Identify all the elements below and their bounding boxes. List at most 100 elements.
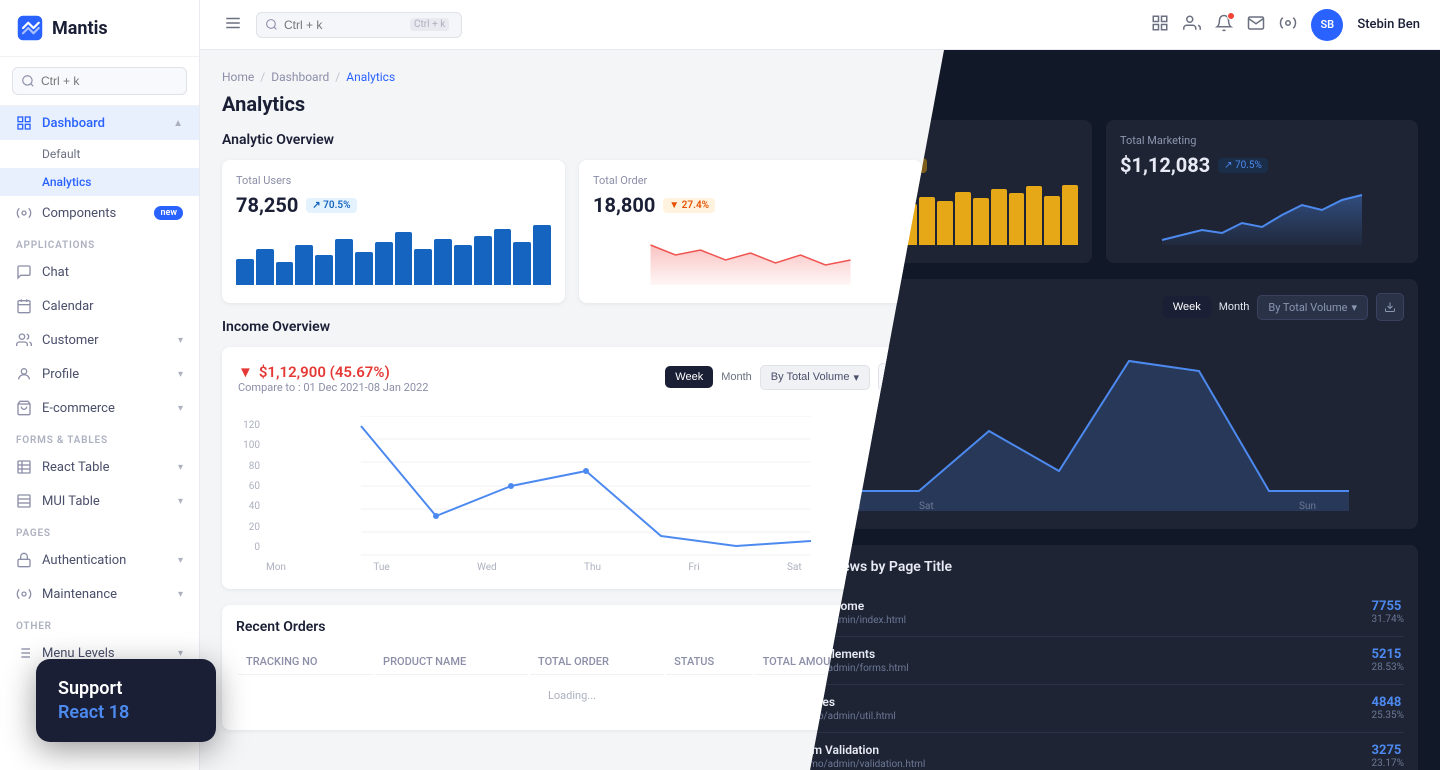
analytic-overview-title: Analytic Overview [222,132,922,148]
dark-marketing-badge: ↗ 70.5% [1218,158,1268,173]
sidebar-item-components[interactable]: Components new [0,196,199,230]
notification-dot [1227,12,1235,20]
dark-stat-marketing: Total Marketing $1,12,083 ↗ 70.5% [1106,120,1418,263]
calendar-icon [16,298,32,314]
main-wrapper: Ctrl + k SB Stebin Ben [200,0,1440,770]
total-users-value: 78,250 [236,193,298,217]
sidebar-item-maintenance[interactable]: Maintenance ▾ [0,577,199,611]
components-icon [16,205,32,221]
col-tracking: TRACKING NO [238,649,373,675]
topbar-search-icon [265,18,278,31]
sidebar-item-authentication[interactable]: Authentication ▾ [0,543,199,577]
sidebar-sub-analytics[interactable]: Analytics [0,168,199,196]
forms-tables-section: Forms & Tables [0,425,199,450]
grid-icon [1151,14,1169,32]
topbar-search-input[interactable] [284,18,404,32]
total-order-chart [593,225,908,285]
page-view-pct-1: 31.74% [1372,614,1404,625]
sidebar-react-table-label: React Table [42,460,109,475]
react-table-icon [16,459,32,475]
page-views-card: Page Views by Page Title Admin Home /dem… [780,545,1418,770]
menu-toggle-button[interactable] [220,10,246,39]
dark-download-button[interactable] [1376,293,1404,321]
settings-button[interactable] [1279,14,1297,35]
income-compare: Compare to : 01 Dec 2021-08 Jan 2022 [238,381,428,394]
username: Stebin Ben [1357,17,1420,32]
volume-selector[interactable]: By Total Volume ▾ [1257,295,1368,320]
applications-section: Applications [0,230,199,255]
logo-text: Mantis [52,18,108,39]
sidebar-auth-label: Authentication [42,553,126,568]
page-view-value-3: 4848 [1372,695,1404,710]
income-overview-title: Income Overview [222,319,922,335]
switch-icon [1183,14,1201,32]
search-container [0,57,199,106]
income-volume-button[interactable]: By Total Volume ▾ [760,365,870,390]
total-order-label: Total Order [593,174,908,187]
sidebar-dashboard-label: Dashboard [42,116,105,131]
dashboard-icon [16,115,32,131]
page-view-row-2: Form Elements /demo/admin/forms.html 521… [794,637,1404,685]
volume-chevron: ▾ [1351,301,1357,314]
sidebar-calendar-label: Calendar [42,299,94,314]
download-icon [1384,301,1396,313]
income-card: ▼ $1,12,900 (45.67%) Compare to : 01 Dec… [222,347,922,589]
sidebar-item-react-table[interactable]: React Table ▾ [0,450,199,484]
toast-line2: React 18 [58,701,194,724]
mail-button[interactable] [1247,14,1265,35]
grid-view-button[interactable] [1151,14,1169,35]
income-week-button[interactable]: Week [665,366,713,388]
chat-icon [16,264,32,280]
search-input[interactable] [12,67,187,95]
page-view-value-1: 7755 [1372,599,1404,614]
sidebar-item-ecommerce[interactable]: E-commerce ▾ [0,391,199,425]
topbar-search-box[interactable]: Ctrl + k [256,12,462,38]
search-kbd: Ctrl + k [410,18,449,31]
profile-chevron: ▾ [178,369,183,380]
dark-marketing-chart [1120,185,1404,245]
logo-icon [16,14,44,42]
support-react18-toast[interactable]: Support React 18 [36,659,216,742]
maintenance-icon [16,586,32,602]
avatar[interactable]: SB [1311,9,1343,41]
stat-card-total-order: Total Order 18,800 ▼ 27.4% [579,160,922,303]
page-title: Analytics [222,92,922,116]
total-order-value-row: 18,800 ▼ 27.4% [593,193,908,217]
ecommerce-chevron: ▾ [178,403,183,414]
breadcrumb-home[interactable]: Home [222,70,254,84]
income-amount: ▼ $1,12,900 (45.67%) [238,363,428,381]
customer-icon [16,332,32,348]
income-month-button[interactable]: Month [721,371,752,383]
settings-icon [1279,14,1297,32]
ecommerce-icon [16,400,32,416]
sidebar-ecommerce-label: E-commerce [42,401,115,416]
sidebar-item-chat[interactable]: Chat [0,255,199,289]
user-switch-button[interactable] [1183,14,1201,35]
income-header: ▼ $1,12,900 (45.67%) Compare to : 01 Dec… [238,363,906,408]
sidebar-item-mui-table[interactable]: MUI Table ▾ [0,484,199,518]
sidebar-sub-default[interactable]: Default [0,140,199,168]
page-view-url-4: /demo/admin/validation.html [794,759,925,770]
svg-text:Sun: Sun [1299,501,1316,511]
sidebar-item-profile[interactable]: Profile ▾ [0,357,199,391]
toast-line1: Support [58,677,194,700]
orders-table: TRACKING NO PRODUCT NAME TOTAL ORDER STA… [236,647,908,716]
page-view-pct-2: 28.53% [1372,662,1404,673]
customer-chevron: ▾ [178,335,183,346]
page-view-row-3: Utilities /demo/admin/util.html 4848 25.… [794,685,1404,733]
breadcrumb-dashboard[interactable]: Dashboard [271,70,329,84]
menu-levels-chevron: ▾ [178,648,183,659]
breadcrumb-current: Analytics [346,70,395,84]
week-button[interactable]: Week [1163,296,1211,318]
dashboard-chevron: ▲ [173,118,183,129]
logo[interactable]: Mantis [0,0,199,57]
income-controls: Week Month By Total Volume ▾ [665,363,906,391]
stat-card-total-users: Total Users 78,250 ↗ 70.5% [222,160,565,303]
notification-container[interactable] [1215,14,1233,36]
sidebar-item-dashboard[interactable]: Dashboard ▲ [0,106,199,140]
sidebar-item-customer[interactable]: Customer ▾ [0,323,199,357]
month-button[interactable]: Month [1219,301,1250,313]
recent-orders-title: Recent Orders [236,619,908,635]
pages-section: Pages [0,518,199,543]
sidebar-item-calendar[interactable]: Calendar [0,289,199,323]
